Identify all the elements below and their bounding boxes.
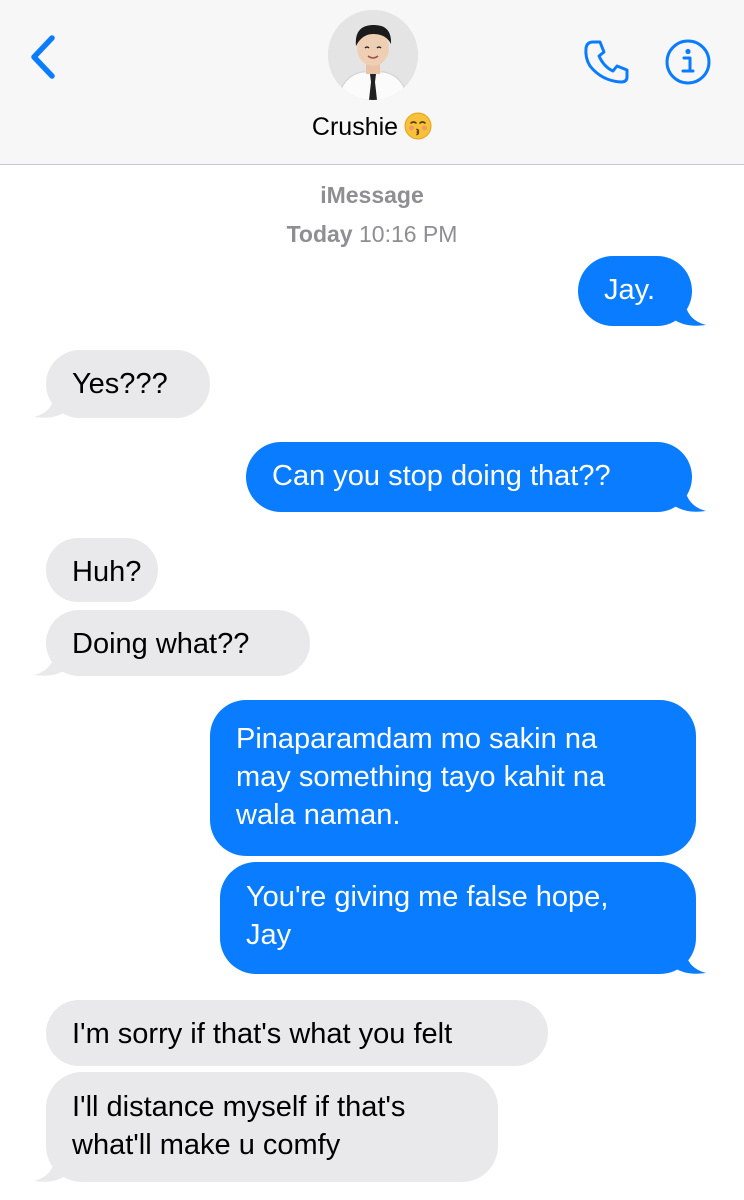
received-message[interactable]: I'm sorry if that's what you felt [46,1000,548,1066]
message-text-line: Jay [246,919,292,951]
received-message[interactable]: I'll distance myself if that's what'll m… [46,1072,498,1182]
received-message[interactable]: Doing what?? [46,610,310,676]
back-button[interactable] [22,32,62,82]
message-text: Huh? [72,556,142,588]
sent-bubble-tail [672,946,706,974]
thread-timestamp: Today 10:16 PM [0,221,744,248]
message-text-line: Pinaparamdam mo sakin na [236,723,598,755]
received-bubble-tail [34,648,68,676]
message-text: I'm sorry if that's what you felt [72,1018,453,1050]
info-icon [665,39,711,85]
contact-avatar[interactable] [328,10,418,100]
call-button[interactable] [580,36,632,88]
message-text-line: wala naman. [236,799,401,831]
message-text: Yes??? [72,368,168,400]
kissing-face-emoji-icon [404,112,432,140]
message-text-line: I'll distance myself if that's [72,1091,406,1123]
service-label: iMessage [320,182,424,208]
sent-bubble-tail [672,484,706,512]
message-text-line: what'll make u comfy [72,1129,341,1161]
sent-message[interactable]: Pinaparamdam mo sakin na may something t… [210,700,696,856]
message-text: Jay. [604,274,656,306]
message-text: Can you stop doing that?? [272,460,611,492]
received-bubble-tail [34,1154,68,1182]
received-message[interactable]: Yes??? [46,350,210,418]
contact-name-row[interactable]: Crushie [0,112,744,142]
timestamp-day: Today [286,221,353,247]
sent-message[interactable]: You're giving me false hope, Jay [220,862,696,974]
timestamp-time: 10:16 PM [358,221,458,247]
message-text: Doing what?? [72,628,250,660]
messages-app: Crushie iMessage Today 10:16 PM Jay. Yes… [0,0,744,1200]
avatar-photo [328,10,418,100]
chevron-left-icon [31,35,55,79]
sent-bubble-tail [672,298,706,326]
conversation-header: Crushie [0,0,744,165]
message-text-line: You're giving me false hope, [246,881,609,913]
message-text-line: may something tayo kahit na [236,761,606,793]
phone-icon [584,40,629,84]
details-button[interactable] [664,38,712,86]
received-message[interactable]: Huh? [46,538,158,602]
contact-name: Crushie [311,113,399,141]
received-bubble-tail [34,390,68,418]
sent-message[interactable]: Can you stop doing that?? [246,442,692,512]
